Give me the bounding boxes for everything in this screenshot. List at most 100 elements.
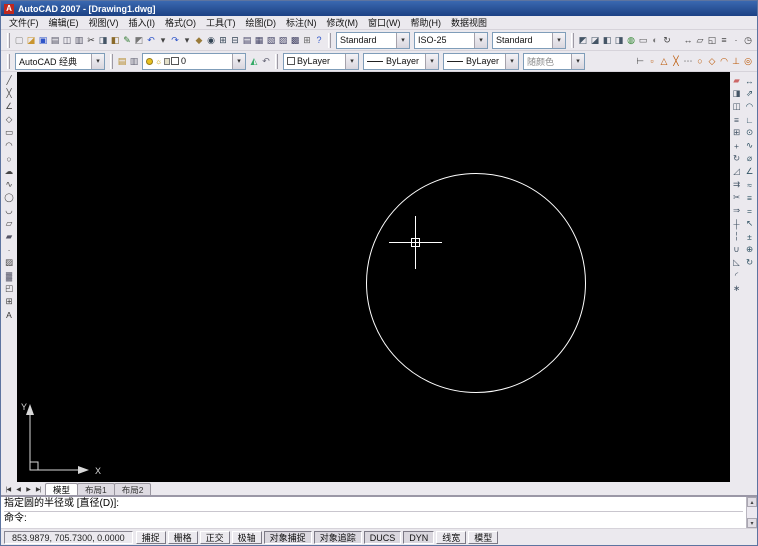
scale-icon[interactable]: ◿ (731, 165, 743, 178)
bring-to-front-icon[interactable]: ◩ (577, 32, 589, 48)
dim-baseline-icon[interactable]: ≡ (744, 191, 756, 204)
quick-leader-icon[interactable]: ↖ (744, 217, 756, 230)
layer-lock-icon[interactable] (164, 57, 170, 65)
gradient-icon[interactable]: ▓ (3, 269, 15, 282)
regen-icon[interactable]: ↻ (661, 32, 673, 48)
dim-radius-icon[interactable]: ⊙ (744, 126, 756, 139)
chevron-down-icon[interactable]: ▾ (505, 53, 518, 69)
center-mark-icon[interactable]: ⊕ (744, 243, 756, 256)
menu-help[interactable]: 帮助(H) (406, 15, 447, 30)
3d-orbit-icon[interactable]: ◍ (625, 32, 637, 48)
chevron-down-icon[interactable]: ▾ (345, 53, 358, 69)
snap-center-icon[interactable]: ○ (694, 53, 706, 69)
layer-properties-manager-icon[interactable]: ▤ (116, 53, 128, 69)
toolbar-grip[interactable] (275, 53, 278, 69)
polyline-icon[interactable]: ∠ (3, 100, 15, 113)
snap-quadrant-icon[interactable]: ◇ (706, 53, 718, 69)
drawn-circle[interactable] (366, 173, 586, 393)
menu-edit[interactable]: 编辑(E) (44, 15, 84, 30)
markup-set-manager-icon[interactable]: ▩ (289, 32, 301, 48)
layer-states-manager-icon[interactable]: ▥ (128, 53, 140, 69)
trim-icon[interactable]: ✂ (731, 191, 743, 204)
circle-icon[interactable]: ○ (3, 152, 15, 165)
coordinate-display[interactable]: 853.9879, 705.7300, 0.0000 (4, 530, 133, 544)
array-icon[interactable]: ⊞ (731, 126, 743, 139)
dim-continue-icon[interactable]: = (744, 204, 756, 217)
publish-icon[interactable]: ▥ (73, 32, 85, 48)
ellipse-icon[interactable]: ◯ (3, 191, 15, 204)
dim-style-combo[interactable]: ISO-25 ▾ (414, 31, 488, 49)
open-icon[interactable]: ◪ (25, 32, 37, 48)
redo-icon[interactable]: ↷ (169, 32, 181, 48)
color-combo[interactable]: ByLayer ▾ (283, 52, 359, 70)
tolerance-icon[interactable]: ± (744, 230, 756, 243)
menu-dimension[interactable]: 标注(N) (281, 15, 322, 30)
help-icon[interactable]: ? (313, 32, 325, 48)
snap-perpendicular-icon[interactable]: ⊥ (730, 53, 742, 69)
prev-tab-icon[interactable]: ◀ (13, 484, 23, 495)
redo-dropdown-icon[interactable]: ▾ (181, 32, 193, 48)
rectangle-icon[interactable]: ▭ (3, 126, 15, 139)
next-tab-icon[interactable]: ▶ (23, 484, 33, 495)
multiline-text-icon[interactable]: A (3, 308, 15, 321)
send-to-back-icon[interactable]: ◪ (589, 32, 601, 48)
dim-aligned-icon[interactable]: ⇗ (744, 87, 756, 100)
revision-cloud-icon[interactable]: ☁ (3, 165, 15, 178)
named-views-icon[interactable]: ▭ (637, 32, 649, 48)
chevron-down-icon[interactable]: ▾ (571, 53, 584, 69)
move-icon[interactable]: + (731, 139, 743, 152)
snap-from-icon[interactable]: ⊢ (634, 53, 646, 69)
toggle-dyn[interactable]: DYN (403, 530, 435, 544)
menu-insert[interactable]: 插入(I) (124, 15, 161, 30)
dim-linear-icon[interactable]: ↔ (744, 74, 756, 87)
last-tab-icon[interactable]: ▶| (33, 484, 43, 495)
properties-icon[interactable]: ▤ (241, 32, 253, 48)
line-icon[interactable]: ╱ (3, 74, 15, 87)
rotate-icon[interactable]: ↻ (731, 152, 743, 165)
toggle-snap[interactable]: 捕捉 (135, 530, 166, 544)
paste-icon[interactable]: ◧ (109, 32, 121, 48)
layer-previous-icon[interactable]: ↶ (260, 53, 272, 69)
scroll-up-icon[interactable]: ▴ (747, 497, 757, 507)
region-icon[interactable]: ◰ (3, 282, 15, 295)
snap-midpoint-icon[interactable]: △ (658, 53, 670, 69)
dim-update-icon[interactable]: ↻ (744, 256, 756, 269)
toggle-osnap[interactable]: 对象捕捉 (263, 530, 312, 544)
tab-layout2[interactable]: 布局2 (113, 483, 152, 495)
copy-icon[interactable]: ◨ (97, 32, 109, 48)
toggle-lineweight[interactable]: 线宽 (436, 530, 467, 544)
quick-dimension-icon[interactable]: ≈ (744, 178, 756, 191)
polygon-icon[interactable]: ◇ (3, 113, 15, 126)
scroll-down-icon[interactable]: ▾ (747, 518, 757, 528)
toggle-otrack[interactable]: 对象追踪 (313, 530, 362, 544)
menu-tools[interactable]: 工具(T) (201, 15, 241, 30)
layer-on-icon[interactable] (146, 57, 153, 65)
chamfer-icon[interactable]: ◺ (731, 256, 743, 269)
menu-file[interactable]: 文件(F) (4, 15, 44, 30)
undo-dropdown-icon[interactable]: ▾ (157, 32, 169, 48)
tool-palettes-icon[interactable]: ▧ (265, 32, 277, 48)
toggle-polar[interactable]: 极轴 (231, 530, 262, 544)
zoom-window-icon[interactable]: ⊞ (217, 32, 229, 48)
toolbar-grip[interactable] (328, 32, 331, 48)
chevron-down-icon[interactable]: ▾ (232, 53, 245, 69)
toggle-ortho[interactable]: 正交 (199, 530, 230, 544)
menu-draw[interactable]: 绘图(D) (241, 15, 282, 30)
offset-icon[interactable]: ≡ (731, 113, 743, 126)
make-objects-layer-current-icon[interactable]: ◭ (248, 53, 260, 69)
plot-preview-icon[interactable]: ◫ (61, 32, 73, 48)
send-under-icon[interactable]: ◨ (613, 32, 625, 48)
text-style-combo[interactable]: Standard ▾ (336, 31, 410, 49)
match-properties-icon[interactable]: ✎ (121, 32, 133, 48)
snap-extension-icon[interactable]: ⋯ (682, 53, 694, 69)
copy-object-icon[interactable]: ◨ (731, 87, 743, 100)
toggle-ducs[interactable]: DUCS (363, 530, 402, 544)
dim-arc-length-icon[interactable]: ◠ (744, 100, 756, 113)
command-history[interactable]: 指定圆的半径或 [直径(D)]: (4, 498, 743, 509)
make-block-icon[interactable]: ▰ (3, 230, 15, 243)
title-bar[interactable]: A AutoCAD 2007 - [Drawing1.dwg] (1, 1, 757, 16)
chevron-down-icon[interactable]: ▾ (474, 32, 487, 48)
zoom-realtime-icon[interactable]: ◉ (205, 32, 217, 48)
list-icon[interactable]: ≡ (718, 32, 730, 48)
extend-icon[interactable]: ⇒ (731, 204, 743, 217)
